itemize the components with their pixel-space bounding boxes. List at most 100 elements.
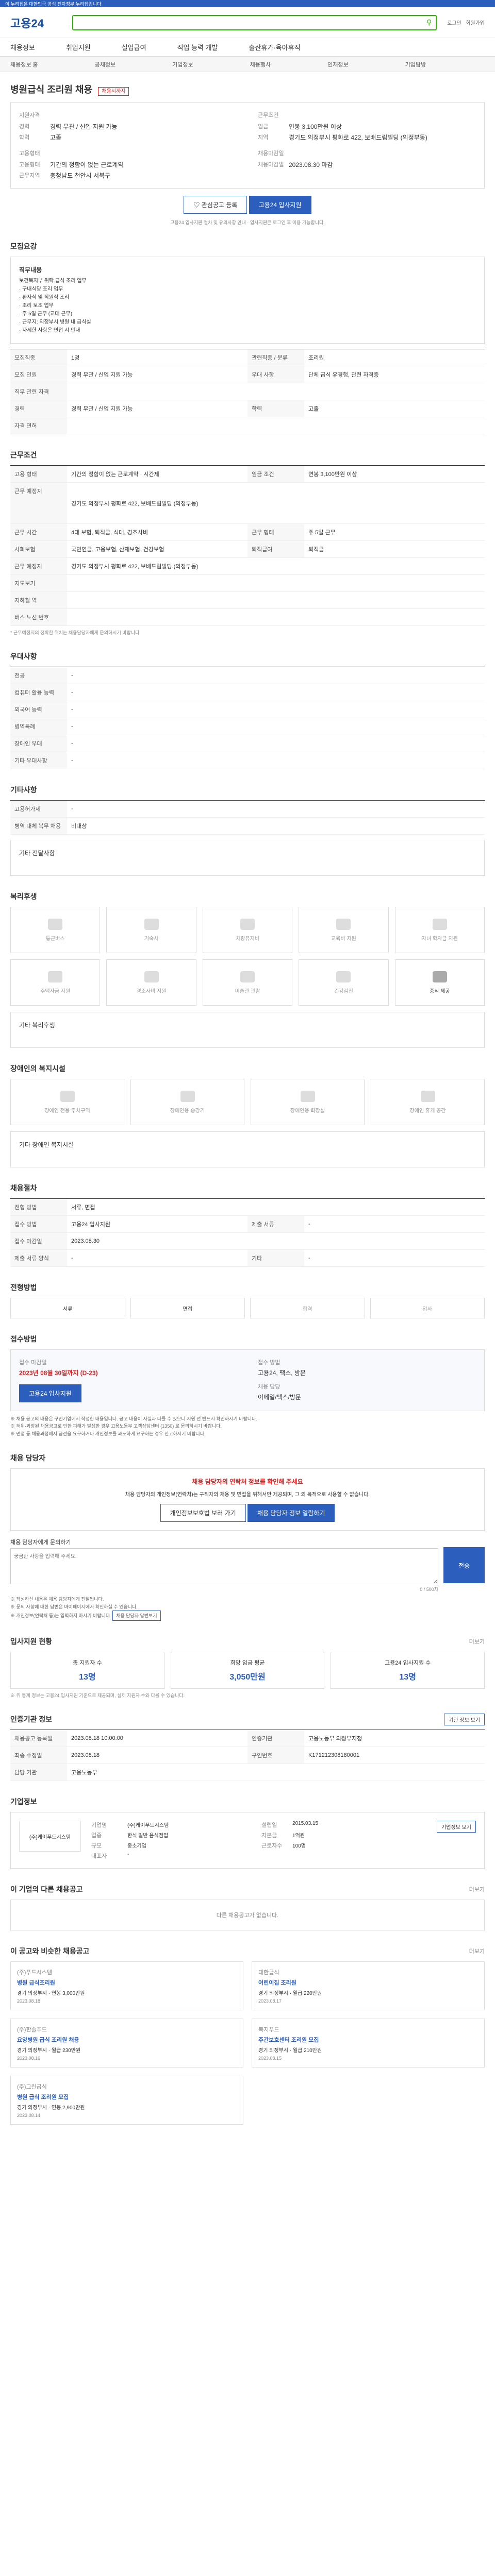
nav-item-leave[interactable]: 출산휴가·육아휴직	[249, 42, 301, 52]
apply-button[interactable]: 고용24 입사지원	[249, 196, 311, 214]
nav-item-support[interactable]: 취업지원	[66, 42, 91, 52]
row-label: 임금 조건	[248, 466, 304, 482]
row-label: 경력	[10, 400, 67, 417]
qna-send-button[interactable]: 전송	[443, 1547, 485, 1584]
row-value: 2023.08.30	[71, 1238, 100, 1244]
row-label: 모집 인원	[10, 366, 67, 383]
view-manager-button[interactable]: 채용 담당자 정보 열람하기	[248, 1504, 335, 1522]
welfare-tile: 건강검진	[299, 959, 389, 1006]
disability-tile: 장애인용 화장실	[251, 1079, 365, 1125]
disability-tile: 장애인 전용 주차구역	[10, 1079, 124, 1125]
subnav-item[interactable]: 기업정보	[172, 60, 193, 69]
recommend-loc: 경기 의정부시	[17, 2105, 47, 2111]
stats-more-link[interactable]: 더보기	[469, 1637, 485, 1646]
subnav-item[interactable]: 공채정보	[95, 60, 116, 69]
recommend-job-title[interactable]: 어린이집 조리원	[258, 1978, 478, 1987]
row-label: 담당 기관	[10, 1764, 67, 1781]
row-label: 근무 예정지	[10, 558, 67, 574]
row-label: 자격 면허	[10, 417, 67, 434]
welfare-tile: 통근버스	[10, 907, 101, 953]
row-value	[67, 421, 485, 430]
welfare-label: 통근버스	[45, 936, 65, 942]
welfare-tile: 교육비 지원	[299, 907, 389, 953]
company-logo-text: (주)케이푸드시스템	[29, 1834, 71, 1840]
recommend-job-title[interactable]: 요양병원 급식 조리원 채용	[17, 2036, 237, 2044]
extra-title: 기타사항	[10, 786, 37, 794]
recommend-card[interactable]: 복지푸드 주간보호센터 조리원 모집 경기 의정부시 · 월급 210만원 2023.…	[252, 2019, 485, 2068]
privacy-law-button[interactable]: 개인정보보호법 보러 가기	[160, 1504, 246, 1522]
row-value	[67, 613, 485, 621]
row-value: 기간의 정함이 없는 근로계약 · 시간제	[71, 471, 159, 478]
deadline-value: 2023년 08월 30일까지 (D-23)	[19, 1369, 98, 1377]
apply-note: 고용24 입사지원 절차 및 유의사항 안내 · 입사지원은 로그인 후 이용 …	[170, 220, 325, 225]
pref-title: 우대사항	[10, 652, 37, 660]
welfare-tile: 차량유지비	[202, 907, 293, 953]
recommend-card[interactable]: (주)푸드시스템 병원 급식조리원 경기 의정부시 · 연봉 3,000만원 2023…	[10, 1961, 243, 2011]
row-label: 채용공고 등록일	[10, 1730, 67, 1747]
nav-item-training[interactable]: 직업 능력 개발	[177, 42, 218, 52]
row-value: 고졸	[308, 406, 319, 412]
row-value: 퇴직금	[308, 547, 324, 553]
recommend-job-title[interactable]: 병원 급식 조리원 모집	[17, 2093, 237, 2101]
save-job-button[interactable]: ♡ 관심공고 등록	[184, 196, 248, 214]
stats-cards: 총 지원자 수 13명 희망 임금 평균 3,050만원 고용24 입사지원 수 13…	[10, 1652, 485, 1689]
disability-title: 장애인의 복지시설	[10, 1064, 65, 1073]
recommend-card[interactable]: (주)한솔푸드 요양병원 급식 조리원 채용 경기 의정부시 · 월급 230만원 2…	[10, 2019, 243, 2068]
recommend-date: 2023.08.18	[17, 1998, 41, 2004]
recommend-card[interactable]: (주)그린급식 병원 급식 조리원 모집 경기 의정부시 · 연봉 2,900만원 2…	[10, 2076, 243, 2125]
welfare-tile: 기숙사	[106, 907, 196, 953]
apply-note-line: ※ 채용 공고의 내용은 구인기업에서 작성한 내용입니다. 공고 내용이 사실…	[10, 1416, 257, 1421]
row-value: -	[71, 689, 73, 696]
recommend-job-title[interactable]: 주간보호센터 조리원 모집	[258, 2036, 478, 2044]
elevator-icon	[180, 1090, 195, 1102]
search-icon[interactable]: ⚲	[426, 18, 432, 27]
welfare-label: 기숙사	[144, 936, 159, 942]
summary-label: 지원자격	[19, 112, 40, 118]
selection-table: 전형 방법 서류, 면접 접수 방법 고용24 입사지원 제출 서류 - 접수 마감일 2…	[10, 1198, 485, 1267]
org-info-button[interactable]: 기관 정보 보기	[444, 1713, 485, 1725]
nav-item-benefit[interactable]: 실업급여	[122, 42, 146, 52]
recommend-job-title[interactable]: 병원 급식조리원	[17, 1978, 237, 1987]
login-link[interactable]: 로그인	[447, 21, 461, 26]
search-input[interactable]: ⚲	[72, 14, 437, 30]
org-table: 채용공고 등록일 2023.08.18 10:00:00 인증기관 고용노동부 의정부…	[10, 1730, 485, 1782]
process-step: 서류	[10, 1298, 125, 1318]
house-icon	[48, 971, 63, 982]
qna-textarea[interactable]	[10, 1548, 438, 1585]
nav-item-jobs[interactable]: 채용정보	[10, 42, 35, 52]
row-label: 고용 형태	[10, 466, 67, 482]
manager-warn-text: 채용 담당자의 개인정보(연락처)는 구직자의 채용 및 면접을 위해서만 제공…	[125, 1492, 370, 1498]
qna-note-line: ※ 문의 사항에 대한 답변은 마이페이지에서 확인하실 수 있습니다.	[10, 1604, 138, 1609]
row-label: 관련직종 / 분류	[248, 349, 304, 366]
same-company-more-link[interactable]: 더보기	[469, 1885, 485, 1893]
row-label: 버스 노선 번호	[10, 609, 67, 625]
join-link[interactable]: 회원가입	[466, 21, 485, 26]
qna-note-line: ※ 개인정보(연락처 등)는 입력하지 마시기 바랍니다.	[10, 1613, 111, 1618]
recommend-loc: 경기 의정부시	[17, 2048, 47, 2054]
recommend-date: 2023.08.14	[17, 2113, 41, 2119]
company-info-button[interactable]: 기업정보 보기	[437, 1821, 476, 1833]
company-label: 기업명	[91, 1822, 107, 1829]
view-answer-button[interactable]: 채용 담당자 답변보기	[112, 1610, 161, 1621]
welfare-tile: 미술관 관람	[202, 959, 293, 1006]
apply-button-2[interactable]: 고용24 입사지원	[19, 1384, 81, 1402]
recommend-wage: 월급 210만원	[292, 2048, 322, 2054]
subnav-item[interactable]: 채용정보 홈	[10, 60, 38, 69]
site-logo[interactable]: 고용24	[10, 14, 72, 31]
process-step: 합격	[250, 1298, 365, 1318]
manager-warn-title: 채용 담당자의 연락처 정보를 확인해 주세요	[192, 1478, 303, 1486]
method-label: 접수 방법	[258, 1360, 280, 1366]
row-label: 병역 대체 복무 채용	[10, 818, 67, 834]
row-value	[67, 387, 485, 396]
selection-title: 채용절차	[10, 1184, 37, 1192]
company-label: 근로자수	[261, 1843, 283, 1850]
lounge-icon	[420, 1090, 435, 1102]
row-label: 장애인 우대	[10, 735, 67, 752]
recommend-card[interactable]: 대한급식 어린이집 조리원 경기 의정부시 · 월급 220만원 2023.08.17	[252, 1961, 485, 2011]
row-label: 모집직종	[10, 349, 67, 366]
subnav-item[interactable]: 인재정보	[327, 60, 348, 69]
row-label: 근무 형태	[248, 524, 304, 540]
recommend-more-link[interactable]: 더보기	[469, 1947, 485, 1955]
subnav-item[interactable]: 채용행사	[250, 60, 271, 69]
subnav-item[interactable]: 기업탐방	[405, 60, 426, 69]
